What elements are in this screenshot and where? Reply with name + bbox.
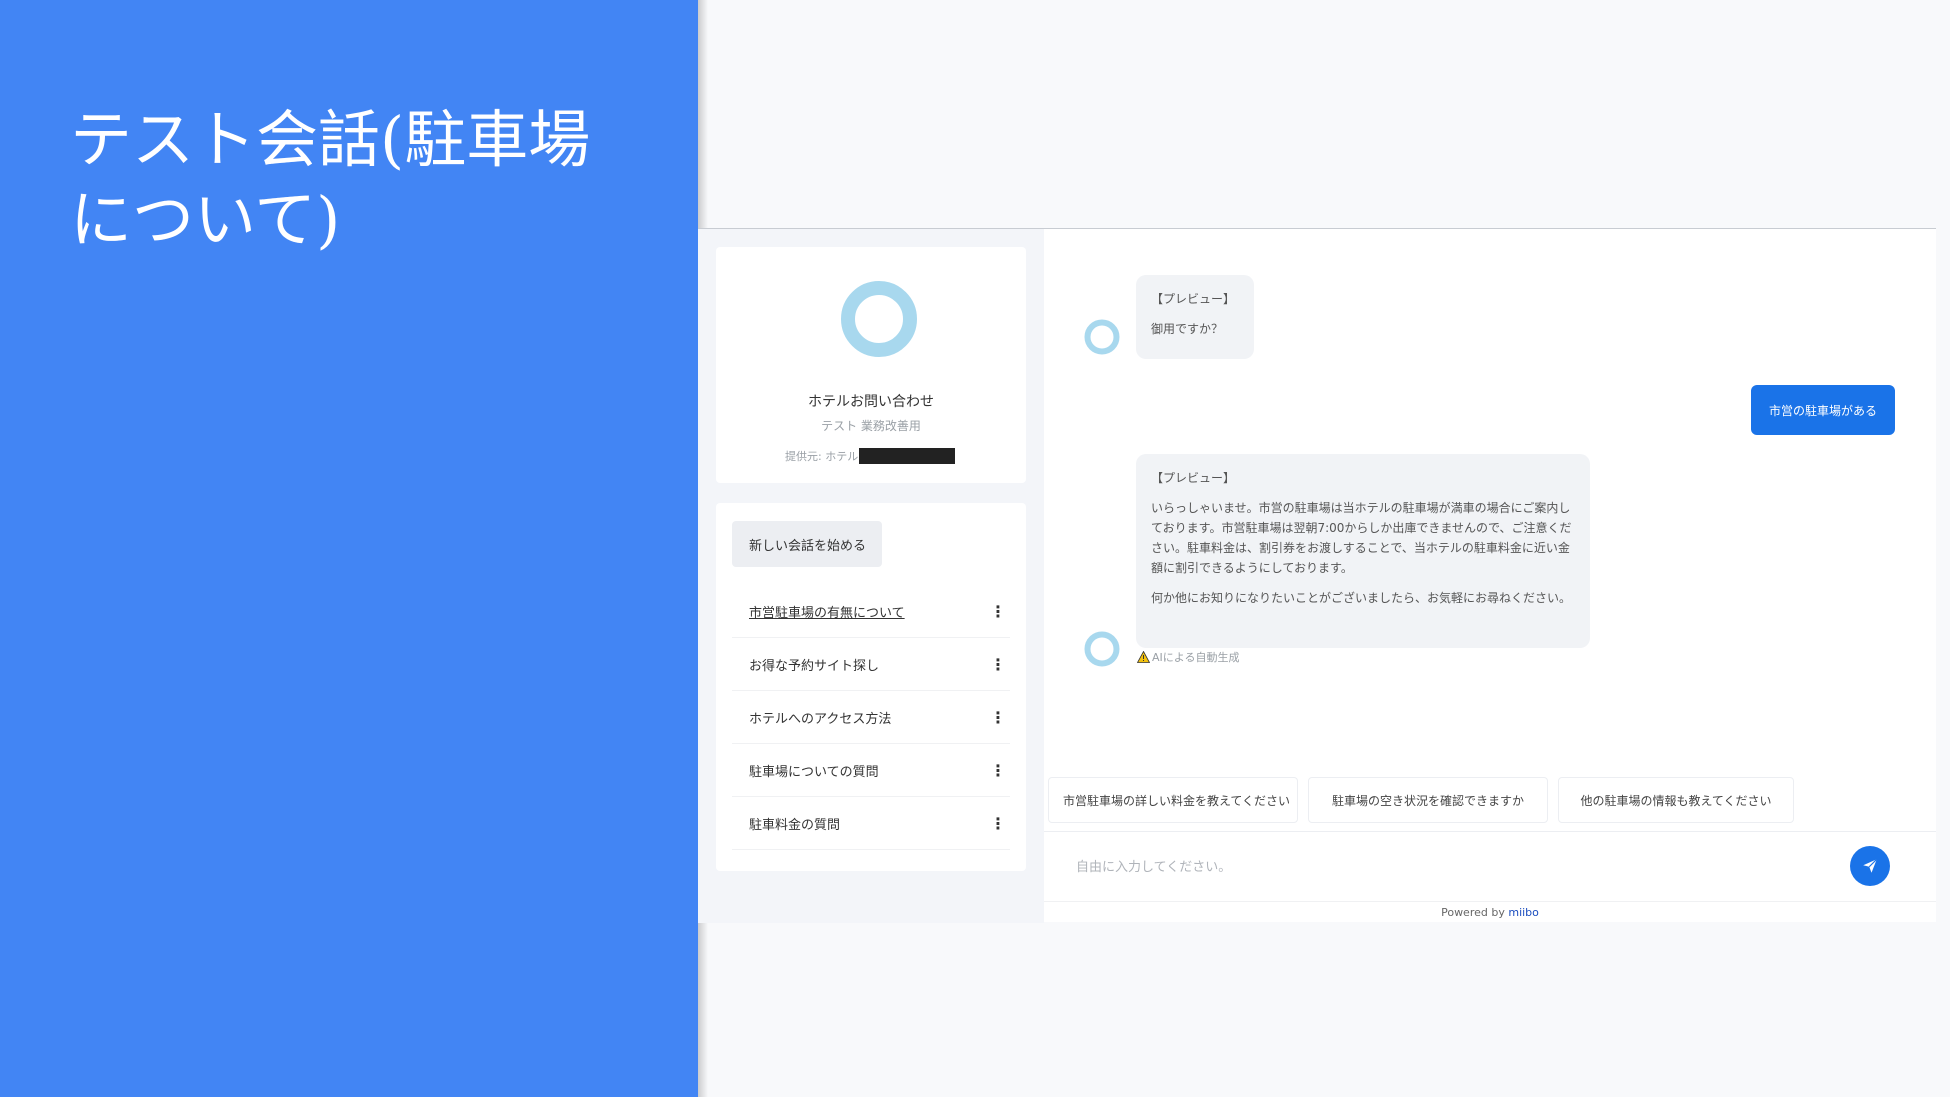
ai-note-label: AIによる自動生成 [1152, 651, 1240, 664]
more-options-icon[interactable]: ⋮ [990, 814, 1006, 833]
send-icon [1863, 858, 1878, 873]
message-text: いらっしゃいませ。市営の駐車場は当ホテルの駐車場が満車の場合にご案内しております… [1151, 501, 1572, 575]
history-item[interactable]: 駐車場についての質問 ⋮ [732, 744, 1010, 797]
preview-tag: 【プレビュー】 [1151, 292, 1236, 306]
bot-subtitle: テスト 業務改善用 [821, 419, 921, 433]
powered-by: Powered by miibo [1044, 901, 1936, 923]
bot-avatar-icon [1084, 631, 1120, 667]
history-item-label[interactable]: お得な予約サイト探し [749, 655, 879, 674]
history-item-label[interactable]: ホテルへのアクセス方法 [749, 708, 891, 727]
history-item[interactable]: 市営駐車場の有無について ⋮ [732, 585, 1010, 638]
bot-logo-icon [841, 281, 917, 357]
bot-message: 【プレビュー】 いらっしゃいませ。市営の駐車場は当ホテルの駐車場が満車の場合にご… [1136, 454, 1590, 648]
slide-title: テスト会話(駐車場 について) [70, 100, 670, 260]
new-chat-button[interactable]: 新しい会話を始める [732, 521, 882, 567]
suggestion-chip[interactable]: 駐車場の空き状況を確認できますか [1308, 777, 1548, 823]
message-composer [1044, 831, 1936, 901]
warning-icon [1137, 651, 1150, 663]
powered-by-label: Powered by [1441, 906, 1505, 919]
more-options-icon[interactable]: ⋮ [990, 602, 1006, 621]
message-text: 何か他にお知りになりたいことがございましたら、お気軽にお尋ねください。 [1151, 591, 1572, 605]
message-input[interactable] [1066, 842, 1836, 892]
sidebar: ホテルお問い合わせ テスト 業務改善用 提供元: ホテル 新しい会話を始める 市… [698, 229, 1044, 923]
history-item-label[interactable]: 駐車場についての質問 [749, 761, 879, 780]
brand-link[interactable]: miibo [1508, 906, 1539, 919]
message-text: 御用ですか？ [1151, 322, 1224, 336]
ai-generated-note: AIによる自動生成 [1137, 649, 1239, 665]
slide-title-line-1: テスト会話(駐車場 [70, 103, 591, 176]
bot-name: ホテルお問い合わせ [808, 394, 934, 410]
history-item[interactable]: 駐車料金の質問 ⋮ [732, 797, 1010, 850]
redacted-block [859, 448, 956, 464]
slide-title-line-2: について) [70, 183, 341, 256]
more-options-icon[interactable]: ⋮ [990, 655, 1006, 674]
bot-avatar-icon [1084, 319, 1120, 355]
history-item[interactable]: ホテルへのアクセス方法 ⋮ [732, 691, 1010, 744]
slide-title-panel: テスト会話(駐車場 について) [0, 0, 708, 1097]
history-list: 市営駐車場の有無について ⋮ お得な予約サイト探し ⋮ ホテルへのアクセス方法 … [732, 585, 1010, 850]
chat-panel: 【プレビュー】 御用ですか？ 市営の駐車場がある 【プレビュー】 いらっしゃいま… [1044, 229, 1936, 923]
history-item[interactable]: お得な予約サイト探し ⋮ [732, 638, 1010, 691]
provider-label: 提供元: ホテル [785, 450, 859, 463]
bot-message: 【プレビュー】 御用ですか？ [1136, 275, 1254, 359]
conversation-history: 新しい会話を始める 市営駐車場の有無について ⋮ お得な予約サイト探し ⋮ ホテ… [716, 503, 1026, 871]
chatbot-window: ホテルお問い合わせ テスト 業務改善用 提供元: ホテル 新しい会話を始める 市… [698, 228, 1936, 923]
provider-info: 提供元: ホテル [785, 448, 956, 464]
suggestion-chip[interactable]: 他の駐車場の情報も教えてください [1558, 777, 1794, 823]
preview-tag: 【プレビュー】 [1151, 471, 1236, 485]
more-options-icon[interactable]: ⋮ [990, 761, 1006, 780]
user-message: 市営の駐車場がある [1751, 385, 1895, 435]
history-item-label[interactable]: 駐車料金の質問 [749, 814, 840, 833]
history-item-label[interactable]: 市営駐車場の有無について [749, 602, 905, 621]
bot-profile-card: ホテルお問い合わせ テスト 業務改善用 提供元: ホテル [716, 247, 1026, 483]
suggestion-chip[interactable]: 市営駐車場の詳しい料金を教えてください [1048, 777, 1298, 823]
send-button[interactable] [1850, 846, 1890, 886]
more-options-icon[interactable]: ⋮ [990, 708, 1006, 727]
